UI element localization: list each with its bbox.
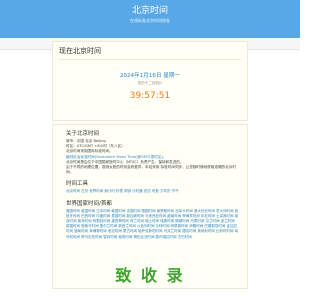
about-heading: 关于北京时间	[66, 131, 100, 137]
current-time-card: 现在北京时间 2024年1月16日 星期一 农历十二月初六 39:57:51	[52, 41, 248, 121]
lunar-date: 农历十二月初六	[137, 81, 163, 85]
current-date: 2024年1月16日 星期一	[119, 73, 181, 79]
current-time-heading: 现在北京时间	[59, 47, 101, 55]
world-heading: 世界国家时间/首都	[66, 200, 112, 207]
site-title[interactable]: 北京时间	[0, 3, 300, 16]
tools-heading: 时间工具	[66, 181, 89, 188]
divider	[59, 59, 241, 60]
site-subtitle: 在线标准北京时间校准	[130, 18, 170, 23]
world-country-links[interactable]: 美国时间 英国时间 日本时间 韩国时间 法国时间 德国时间 俄罗斯时间 加拿大时…	[53, 209, 247, 240]
current-clock: 39:57:51	[129, 91, 171, 101]
watermark-logo: 致 收 录	[115, 266, 185, 285]
about-paragraph-2: 由于不同的地理位置，观测太阳的时刻会有差异，本站采用 标准时间同步，让您随时随地…	[66, 165, 237, 175]
site-header: 北京时间 在线标准北京时间校准	[0, 0, 300, 38]
